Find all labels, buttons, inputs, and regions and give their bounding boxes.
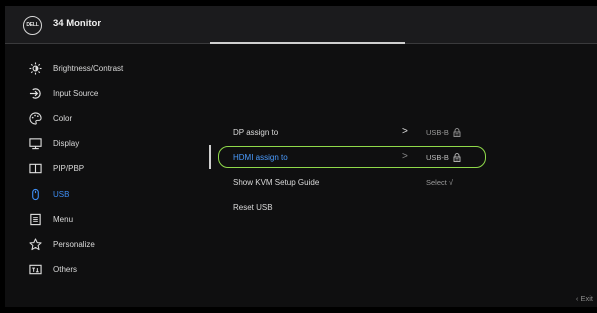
sidebar-item-personalize[interactable]: Personalize xyxy=(5,234,205,254)
setting-row-hdmi-assign[interactable]: HDMI assign to > USB-B xyxy=(209,145,490,169)
sidebar-item-label: USB xyxy=(53,189,70,199)
chevron-right-icon: > xyxy=(402,126,408,137)
sidebar: Brightness/Contrast Input Source Color D… xyxy=(5,44,205,307)
setting-row-kvm-guide[interactable]: Show KVM Setup Guide Select √ xyxy=(210,171,490,193)
sidebar-item-pip-pbp[interactable]: PIP/PBP xyxy=(5,158,205,178)
sidebar-item-label: Menu xyxy=(53,214,74,224)
sidebar-item-label: Others xyxy=(53,264,78,274)
setting-value: USB-B xyxy=(426,128,461,137)
input-source-icon xyxy=(28,86,42,100)
sidebar-item-label: Personalize xyxy=(53,239,95,249)
color-palette-icon xyxy=(28,111,42,125)
brightness-icon xyxy=(28,61,42,75)
setting-label: DP assign to xyxy=(233,128,279,137)
setting-row-reset-usb[interactable]: Reset USB xyxy=(210,196,490,218)
selection-marker xyxy=(209,145,211,169)
dell-logo: DELL xyxy=(23,16,42,35)
setting-label: Reset USB xyxy=(233,203,273,212)
sidebar-item-label: Brightness/Contrast xyxy=(53,63,124,73)
pip-pbp-icon xyxy=(28,161,42,175)
star-icon xyxy=(28,237,42,251)
sidebar-item-input-source[interactable]: Input Source xyxy=(5,83,205,103)
lock-icon xyxy=(453,128,461,137)
setting-value: USB-B xyxy=(426,153,461,162)
sidebar-item-label: Color xyxy=(53,113,73,123)
usb-mouse-icon xyxy=(28,187,42,201)
sidebar-item-menu[interactable]: Menu xyxy=(5,209,205,229)
lock-icon xyxy=(453,153,461,162)
setting-label: Show KVM Setup Guide xyxy=(233,178,320,187)
sidebar-item-label: PIP/PBP xyxy=(53,163,85,173)
osd-header: DELL 34 Monitor xyxy=(5,6,597,44)
setting-label: HDMI assign to xyxy=(233,153,288,162)
sidebar-item-usb[interactable]: USB xyxy=(5,184,205,204)
osd-menu: DELL 34 Monitor Brightness/Contrast Inpu… xyxy=(5,6,597,307)
sidebar-item-label: Input Source xyxy=(53,88,99,98)
usb-settings-panel: DP assign to > USB-B HDMI assign to > US… xyxy=(209,44,597,307)
monitor-title: 34 Monitor xyxy=(53,18,102,29)
setting-row-dp-assign[interactable]: DP assign to > USB-B xyxy=(210,121,490,143)
exit-button[interactable]: ‹ Exit xyxy=(576,294,593,303)
setting-value: Select √ xyxy=(426,178,454,187)
chevron-right-icon: > xyxy=(402,151,408,162)
sidebar-item-display[interactable]: Display xyxy=(5,133,205,153)
sidebar-item-others[interactable]: Others xyxy=(5,259,205,279)
display-icon xyxy=(28,136,42,150)
menu-icon xyxy=(28,212,42,226)
sidebar-item-brightness-contrast[interactable]: Brightness/Contrast xyxy=(5,58,205,78)
sidebar-item-color[interactable]: Color xyxy=(5,108,205,128)
others-icon xyxy=(28,262,42,276)
sidebar-item-label: Display xyxy=(53,138,80,148)
